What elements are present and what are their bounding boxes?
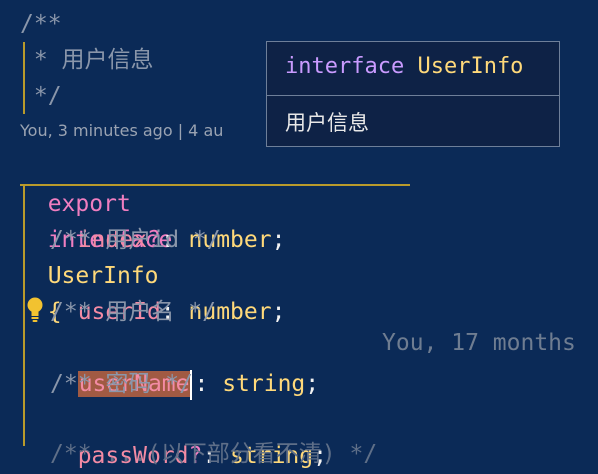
doc-comment-open: /** — [20, 11, 62, 37]
field-password: passWord?: string; — [50, 402, 327, 469]
field-userid: userId: number; — [50, 258, 286, 325]
semicolon: ; — [271, 227, 286, 253]
field-index: index?: number; — [50, 186, 286, 253]
lightbulb-icon[interactable] — [26, 297, 44, 323]
hover-type-name: UserInfo — [417, 54, 524, 79]
hover-signature: interface UserInfo — [285, 54, 523, 79]
semicolon: ; — [271, 299, 286, 325]
semicolon: ; — [305, 371, 320, 397]
hover-tooltip: interface UserInfo 用户信息 — [266, 41, 560, 147]
codelens-blame[interactable]: You, 3 minutes ago | 4 au — [20, 121, 223, 140]
field-comment: /** 用户id */ — [50, 227, 221, 253]
bracket-guide-left — [23, 184, 25, 446]
inline-blame: You, 17 months — [382, 330, 576, 356]
doc-comment-text: * 用户信息 — [20, 47, 154, 73]
hover-keyword: interface — [285, 54, 405, 79]
field-comment: /** 密码 */ — [50, 371, 193, 397]
hover-doc: 用户信息 — [285, 111, 369, 135]
doc-comment-close: */ — [20, 83, 62, 109]
field-username: userName: string; — [50, 330, 319, 400]
colon: : — [194, 371, 223, 397]
field-type: string — [222, 371, 306, 397]
field-comment: /** 用户名 */ — [50, 299, 216, 325]
field-comment-partial: /** ...(以下部分看不清) */ — [50, 441, 378, 467]
hover-divider — [267, 95, 559, 96]
interface-declaration: export interface UserInfo { — [20, 150, 173, 325]
